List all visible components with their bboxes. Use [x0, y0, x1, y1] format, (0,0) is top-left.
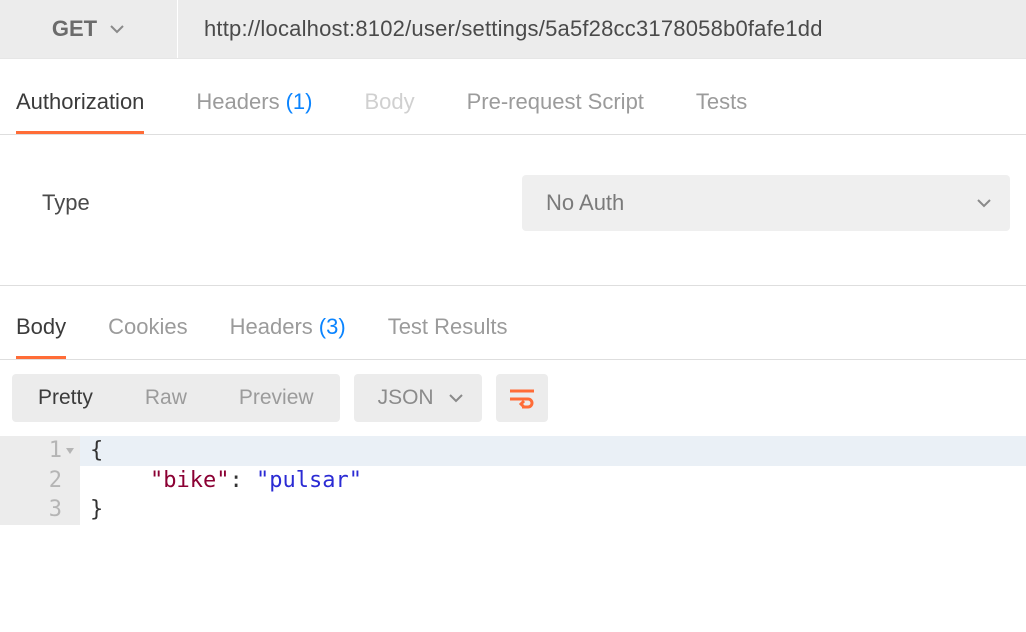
gutter: 3: [0, 495, 80, 525]
response-format-select[interactable]: JSON: [354, 374, 482, 422]
auth-type-value: No Auth: [546, 190, 624, 216]
tab-label: Body: [364, 89, 414, 115]
code-cell: "bike": "pulsar": [80, 466, 362, 496]
headers-count-badge: (3): [319, 314, 346, 340]
auth-type-select[interactable]: No Auth: [522, 175, 1010, 231]
wrap-lines-button[interactable]: [496, 374, 548, 422]
tab-label: Cookies: [108, 314, 187, 340]
tab-label: Body: [16, 314, 66, 340]
brace-close: }: [90, 497, 103, 522]
tab-label: Pre-request Script: [467, 89, 644, 115]
auth-type-label: Type: [42, 190, 522, 216]
response-tab-headers[interactable]: Headers (3): [230, 314, 346, 359]
view-mode-raw[interactable]: Raw: [119, 386, 213, 410]
chevron-down-icon: [109, 21, 125, 37]
response-tab-test-results[interactable]: Test Results: [388, 314, 508, 359]
editor-line: 1 {: [0, 436, 1026, 466]
chevron-down-icon: [448, 390, 464, 406]
request-bar: GET http://localhost:8102/user/settings/…: [0, 0, 1026, 59]
chevron-down-icon: [976, 195, 992, 211]
gutter: 2: [0, 466, 80, 496]
tab-prerequest-script[interactable]: Pre-request Script: [467, 89, 644, 134]
tab-authorization[interactable]: Authorization: [16, 89, 144, 134]
http-method-label: GET: [52, 16, 97, 42]
editor-line: 2 "bike": "pulsar": [0, 466, 1026, 496]
view-mode-preview[interactable]: Preview: [213, 386, 340, 410]
brace-open: {: [90, 438, 103, 463]
editor-line: 3 }: [0, 495, 1026, 525]
tab-label: Headers: [230, 314, 313, 340]
view-mode-pretty[interactable]: Pretty: [12, 386, 119, 410]
view-mode-group: Pretty Raw Preview: [12, 374, 340, 422]
response-tabs: Body Cookies Headers (3) Test Results: [0, 286, 1026, 360]
tab-tests[interactable]: Tests: [696, 89, 747, 134]
request-url-input[interactable]: http://localhost:8102/user/settings/5a5f…: [178, 0, 1026, 58]
json-colon: :: [229, 468, 256, 493]
code-cell: {: [80, 436, 103, 466]
headers-count-badge: (1): [286, 89, 313, 115]
format-label: JSON: [378, 386, 434, 410]
json-string: "pulsar": [256, 468, 362, 493]
tab-label: Tests: [696, 89, 747, 115]
tab-headers[interactable]: Headers (1): [196, 89, 312, 134]
auth-section: Type No Auth: [0, 135, 1026, 286]
code-cell: }: [80, 495, 103, 525]
gutter: 1: [0, 436, 80, 466]
response-tab-cookies[interactable]: Cookies: [108, 314, 187, 359]
line-number: 1: [49, 436, 62, 466]
request-tabs: Authorization Headers (1) Body Pre-reque…: [0, 59, 1026, 135]
json-key: "bike": [150, 468, 229, 493]
tab-label: Headers: [196, 89, 279, 115]
line-number: 2: [49, 466, 62, 496]
http-method-select[interactable]: GET: [0, 0, 178, 58]
response-view-toolbar: Pretty Raw Preview JSON: [0, 360, 1026, 436]
tab-body[interactable]: Body: [364, 89, 414, 134]
line-number: 3: [49, 495, 62, 525]
fold-caret-icon[interactable]: [66, 448, 74, 454]
response-body-editor[interactable]: 1 { 2 "bike": "pulsar" 3 }: [0, 436, 1026, 535]
response-tab-body[interactable]: Body: [16, 314, 66, 359]
tab-label: Test Results: [388, 314, 508, 340]
tab-label: Authorization: [16, 89, 144, 115]
wrap-icon: [508, 387, 536, 409]
